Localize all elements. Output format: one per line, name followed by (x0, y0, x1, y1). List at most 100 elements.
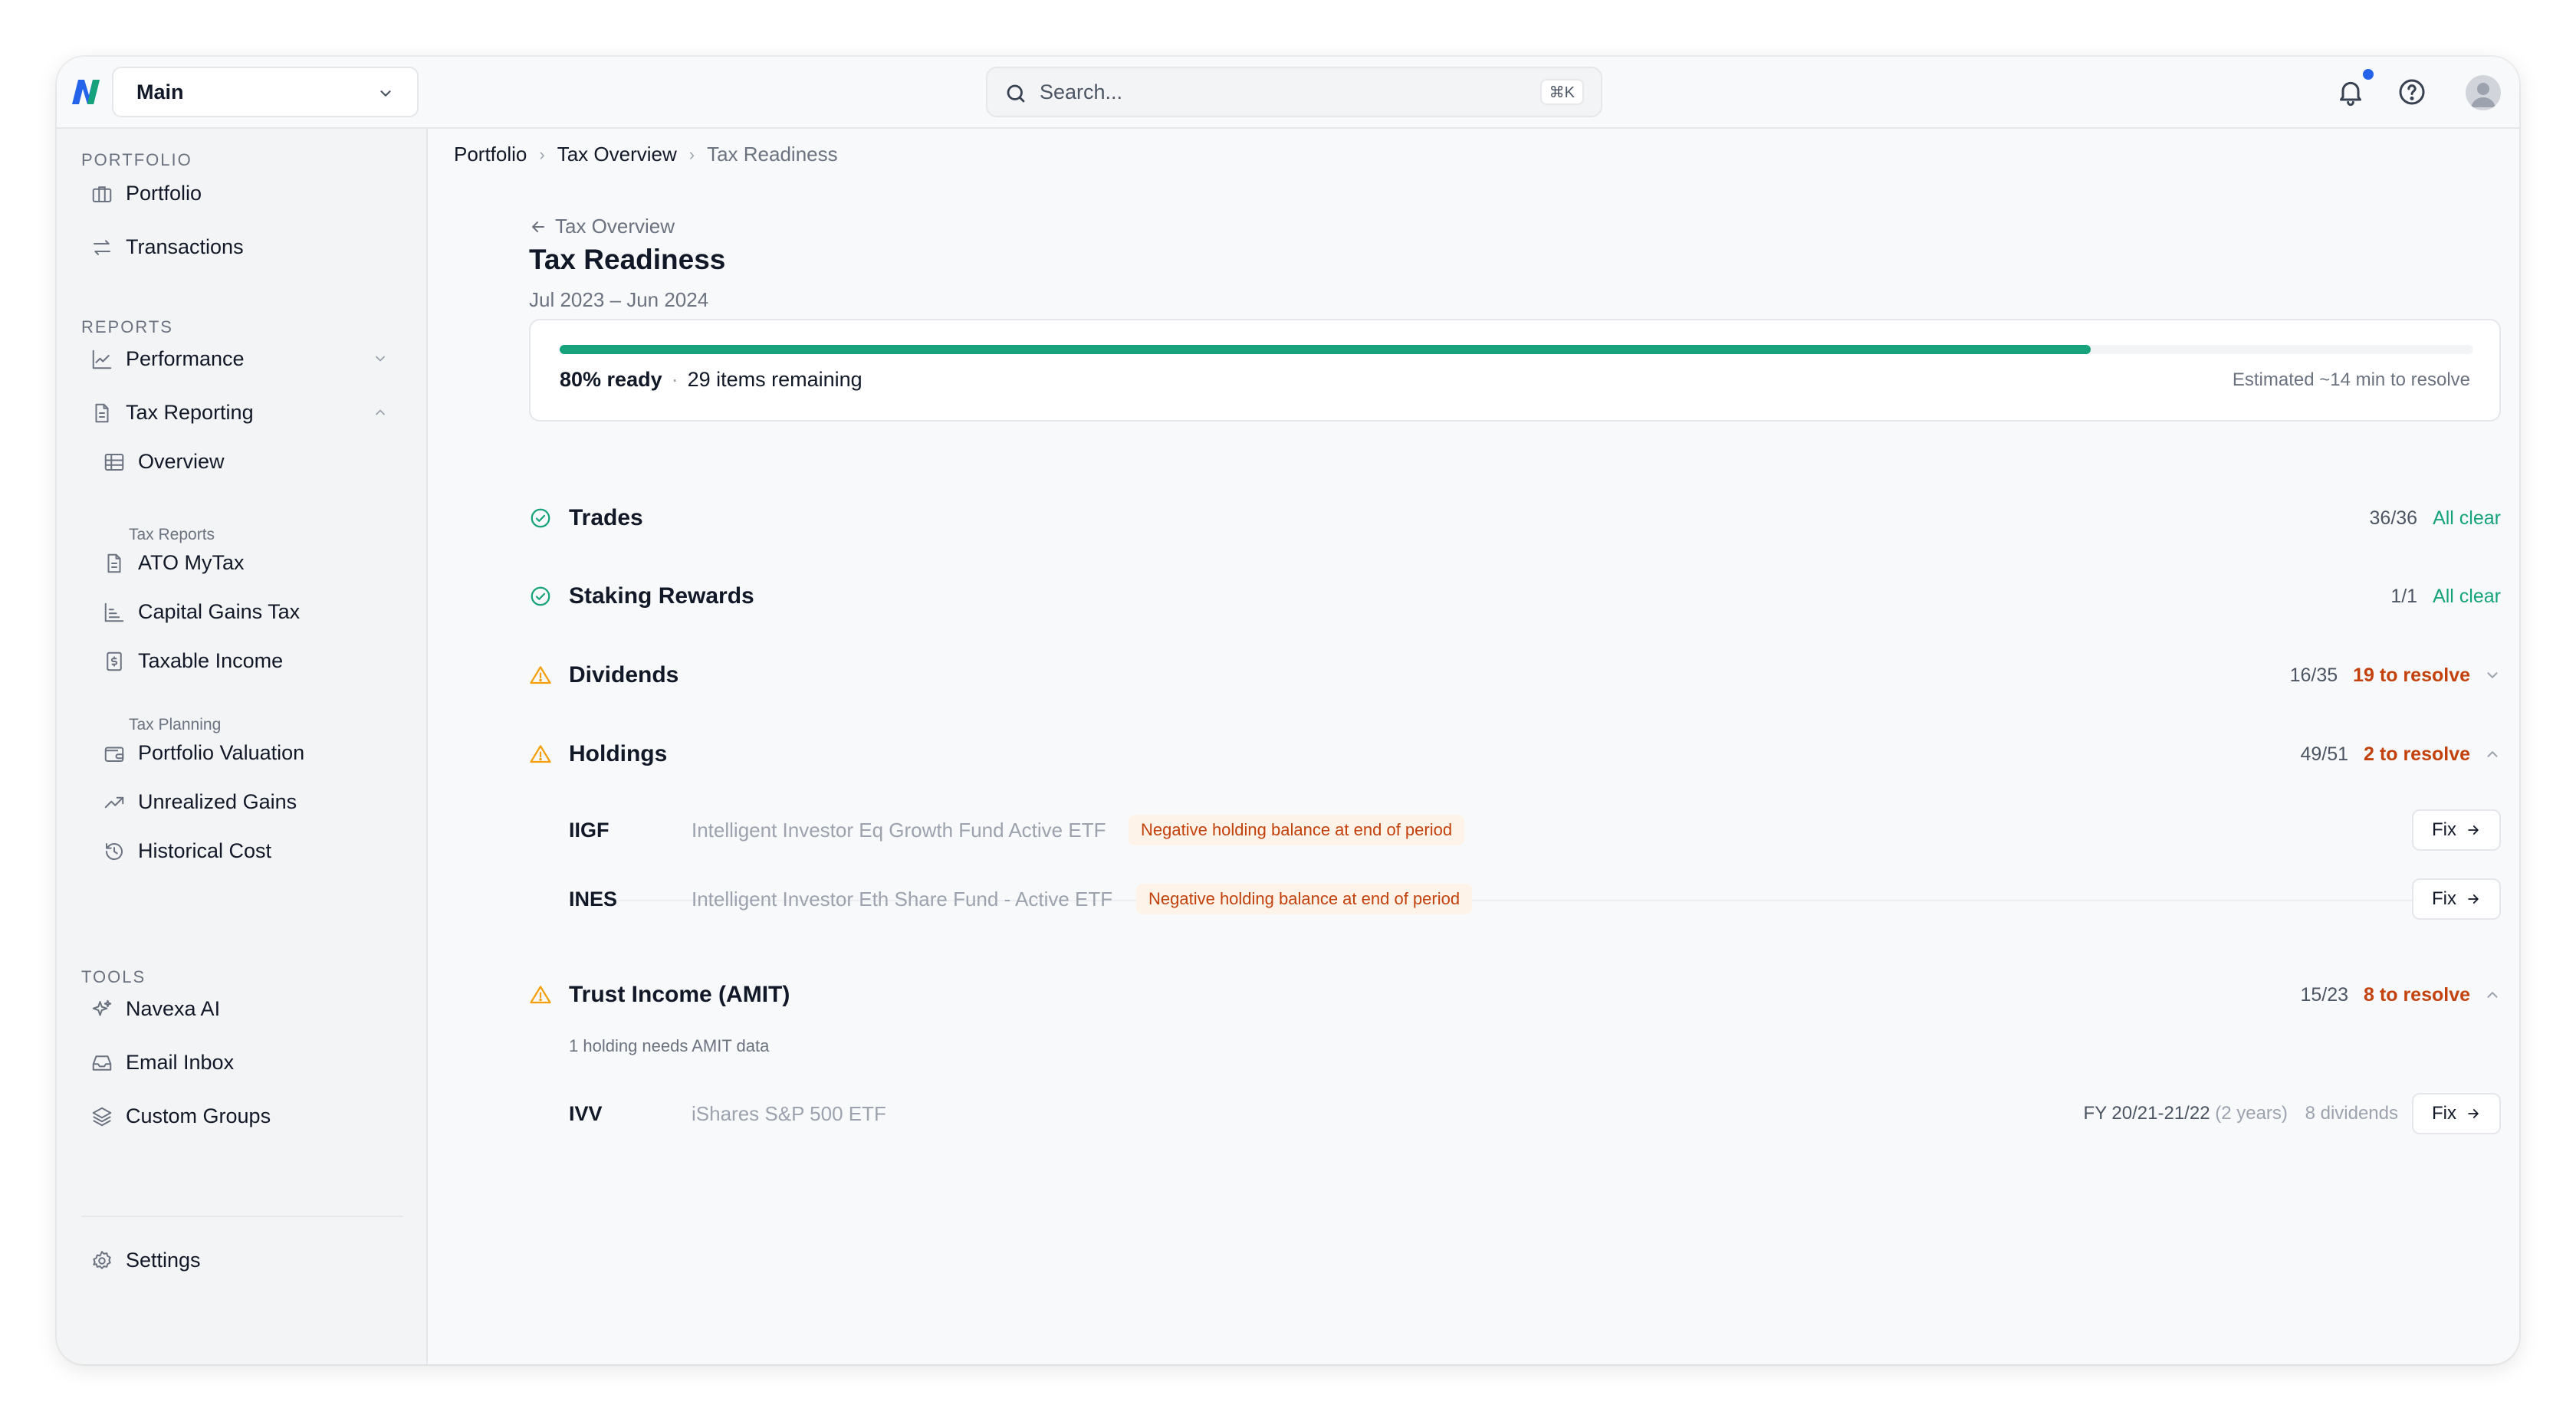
arrow-left-icon (532, 221, 544, 232)
chevron-up-icon (376, 409, 385, 415)
sidebar-item-label: Navexa AI (126, 996, 221, 1020)
gear-icon (93, 1251, 111, 1269)
sidebar-item-overview[interactable]: Overview (94, 440, 403, 483)
progress-card: 80% ready · 29 items remaining Estimated ~… (529, 319, 2501, 422)
dividend-count: 8 dividends (2305, 1103, 2398, 1124)
swap-icon (94, 240, 110, 255)
section-status: All clear (2433, 585, 2501, 607)
sidebar-item-capital-gains-tax[interactable]: Capital Gains Tax (94, 590, 403, 633)
sidebar-item-performance[interactable]: Performance (81, 337, 403, 380)
progress-status: 80% ready · 29 items remaining (560, 368, 863, 392)
section-count: 16/35 (2289, 664, 2338, 686)
section-title: Dividends (569, 662, 679, 688)
sidebar-item-portfolio[interactable]: Portfolio (81, 172, 403, 215)
section-holdings[interactable]: Holdings 49/51 2 to resolve (529, 731, 2501, 777)
app-window: Main Search... ⌘K PORTFOLIO Portfolio Tr… (57, 57, 2519, 1364)
sidebar-item-navexa-ai[interactable]: Navexa AI (81, 987, 403, 1030)
fix-button-label: Fix (2432, 888, 2456, 909)
sidebar-item-settings[interactable]: Settings (81, 1239, 403, 1282)
document-icon (107, 553, 121, 573)
item-name: Intelligent Investor Eq Growth Fund Acti… (692, 818, 1106, 842)
warning-icon (530, 666, 551, 684)
sidebar-item-ato-mytax[interactable]: ATO MyTax (94, 541, 403, 584)
sidebar-item-portfolio-valuation[interactable]: Portfolio Valuation (94, 731, 403, 774)
user-icon (2471, 83, 2496, 107)
avatar[interactable] (2466, 75, 2501, 110)
sidebar-item-label: Portfolio Valuation (138, 740, 305, 764)
section-summary: 36/36 All clear (2370, 507, 2501, 530)
document-icon (95, 403, 109, 423)
search-input[interactable]: Search... ⌘K (986, 67, 1602, 117)
section-status: 2 to resolve (2364, 743, 2470, 765)
table-icon (104, 454, 124, 471)
item-ticker: IIGF (569, 818, 610, 842)
date-range: Jul 2023 – Jun 2024 (529, 288, 709, 311)
dollar-document-icon (107, 651, 122, 671)
breadcrumb: Portfolio › Tax Overview › Tax Readiness (454, 143, 838, 166)
sidebar-item-tax-reporting[interactable]: Tax Reporting (81, 391, 403, 434)
breadcrumb-portfolio[interactable]: Portfolio (454, 143, 527, 166)
check-circle-icon (531, 586, 550, 606)
back-link[interactable]: Tax Overview (529, 215, 675, 238)
sidebar-item-taxable-income[interactable]: Taxable Income (94, 639, 403, 682)
help-icon[interactable] (2397, 77, 2427, 107)
section-title: Staking Rewards (569, 583, 754, 609)
warning-icon (530, 745, 551, 763)
breadcrumb-tax-overview[interactable]: Tax Overview (557, 143, 677, 166)
sidebar-item-label: Tax Reporting (126, 400, 254, 424)
sidebar-item-label: Custom Groups (126, 1104, 271, 1127)
section-status: 8 to resolve (2364, 983, 2470, 1006)
wallet-icon (104, 747, 124, 762)
sidebar-item-custom-groups[interactable]: Custom Groups (81, 1094, 403, 1137)
sidebar-item-historical-cost[interactable]: Historical Cost (94, 829, 403, 872)
section-title: Holdings (569, 741, 668, 766)
arrow-right-icon (2468, 1109, 2479, 1118)
sidebar-item-email-inbox[interactable]: Email Inbox (81, 1041, 403, 1084)
line-chart-icon (92, 350, 112, 369)
inbox-icon (92, 1055, 112, 1071)
notification-dot (2363, 69, 2374, 80)
fy-range: FY 20/21-21/22 (2083, 1103, 2210, 1124)
sidebar-item-label: Portfolio (126, 181, 202, 205)
section-count: 49/51 (2300, 743, 2349, 765)
section-trades[interactable]: Trades 36/36 All clear (529, 495, 2501, 541)
section-title: Trust Income (AMIT) (569, 982, 790, 1007)
sidebar-item-transactions[interactable]: Transactions (81, 225, 403, 268)
fix-button[interactable]: Fix (2412, 878, 2501, 920)
sidebar-item-unrealized-gains[interactable]: Unrealized Gains (94, 780, 403, 823)
sidebar: PORTFOLIO Portfolio Transactions REPORTS… (57, 129, 428, 1364)
breadcrumb-separator: › (539, 144, 545, 164)
item-ticker: INES (569, 887, 618, 911)
chevron-up-icon[interactable] (2484, 746, 2501, 763)
sidebar-item-label: Historical Cost (138, 838, 272, 862)
chevron-down-icon[interactable] (2484, 667, 2501, 684)
bell-icon[interactable] (2335, 77, 2366, 107)
sidebar-item-label: Unrealized Gains (138, 789, 297, 813)
fix-button[interactable]: Fix (2412, 1093, 2501, 1134)
issue-badge: Negative holding balance at end of perio… (1136, 884, 1473, 914)
item-name: iShares S&P 500 ETF (692, 1101, 886, 1125)
section-summary: 49/51 2 to resolve (2300, 743, 2501, 766)
sidebar-item-label: Email Inbox (126, 1050, 235, 1074)
fix-button-label: Fix (2432, 1103, 2456, 1124)
sidebar-item-label: Taxable Income (138, 648, 284, 672)
section-staking-rewards[interactable]: Staking Rewards 1/1 All clear (529, 573, 2501, 619)
sidebar-item-label: Capital Gains Tax (138, 599, 301, 623)
breadcrumb-separator: › (688, 144, 695, 164)
section-count: 36/36 (2369, 507, 2418, 529)
sidebar-item-label: Overview (138, 449, 225, 473)
workspace-select[interactable]: Main (112, 67, 419, 117)
portfolio-section-label: PORTFOLIO (81, 150, 192, 169)
item-name: Intelligent Investor Eth Share Fund - Ac… (692, 887, 1113, 911)
navexa-logo-icon[interactable] (67, 74, 104, 110)
remaining-label: 29 items remaining (687, 368, 863, 391)
section-trust-income[interactable]: Trust Income (AMIT) 15/23 8 to resolve (529, 972, 2501, 1018)
workspace-name: Main (136, 80, 184, 103)
fix-button[interactable]: Fix (2412, 809, 2501, 851)
sidebar-item-label: Performance (126, 346, 245, 370)
chevron-down-icon (376, 356, 385, 362)
chevron-up-icon[interactable] (2484, 986, 2501, 1003)
history-icon (106, 843, 123, 861)
sidebar-item-label: Transactions (126, 235, 244, 258)
section-dividends[interactable]: Dividends 16/35 19 to resolve (529, 652, 2501, 698)
